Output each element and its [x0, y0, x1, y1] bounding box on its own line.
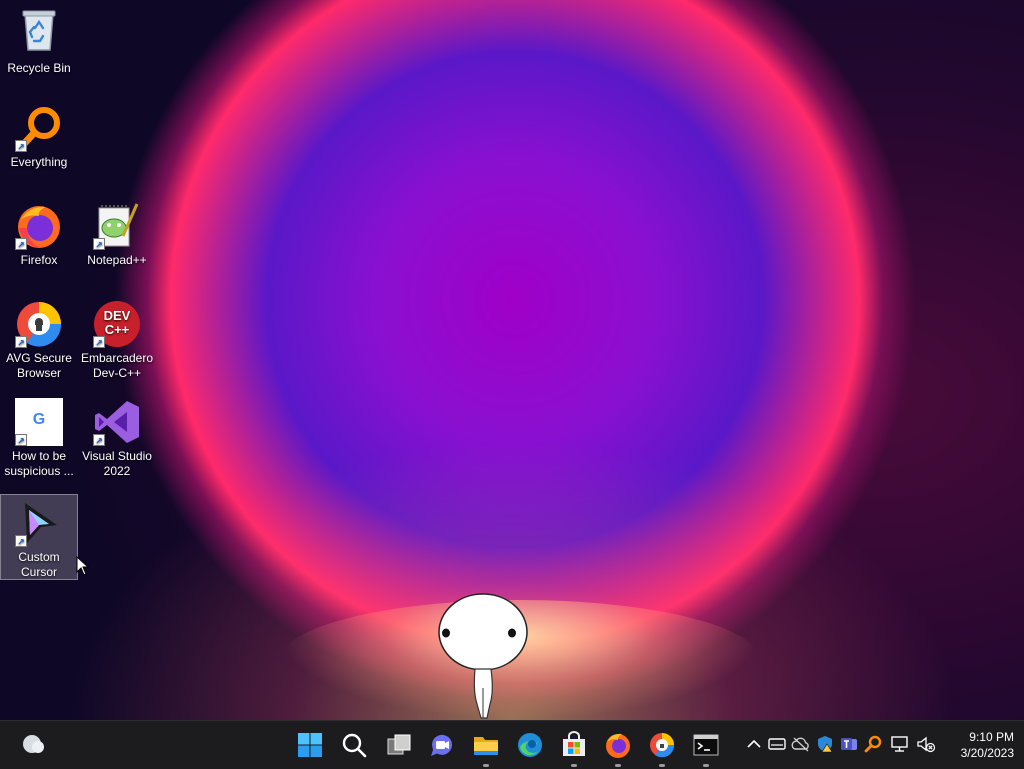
security-warning-icon[interactable] [815, 734, 835, 754]
shortcut-arrow-icon: ↗ [93, 434, 105, 446]
desktop-icon-custom-cursor[interactable]: ↗ Custom Cursor [0, 494, 78, 580]
firefox-icon [606, 733, 630, 758]
terminal-icon [693, 734, 719, 756]
taskbar-task-view-button[interactable] [385, 731, 413, 759]
everything-tray-icon[interactable] [863, 734, 883, 754]
wallpaper-character [438, 593, 528, 719]
onedrive-icon[interactable] [791, 734, 811, 754]
chevron-up-icon[interactable] [744, 734, 764, 754]
running-indicator [615, 764, 621, 767]
taskbar-avg-browser-button[interactable] [648, 731, 676, 767]
shortcut-arrow-icon: ↗ [15, 140, 27, 152]
desktop[interactable]: Recycle Bin ↗ Everything ↗ Firefox ↗ AVG… [0, 0, 1024, 720]
desktop-icon-label: Recycle Bin [7, 61, 71, 75]
taskbar-terminal-button[interactable] [692, 731, 720, 767]
desktop-icon-google-shortcut[interactable]: G ↗ How to be suspicious ... [0, 394, 78, 486]
desktop-icon-label: Everything [10, 155, 68, 169]
google-shortcut-icon: G [32, 411, 46, 428]
shortcut-arrow-icon: ↗ [15, 434, 27, 446]
task-view-icon [387, 734, 411, 755]
taskbar: 9:10 PM 3/20/2023 [0, 720, 1024, 769]
desktop-icon-label: AVG Secure Browser [6, 351, 72, 380]
volume-muted-icon[interactable] [916, 734, 936, 754]
taskbar-search-button[interactable] [340, 731, 368, 759]
desktop-icon-label: Firefox [20, 253, 58, 267]
edge-icon [518, 733, 542, 757]
desktop-icon-recycle-bin[interactable]: Recycle Bin [0, 2, 78, 86]
teams-chat-icon [431, 734, 452, 756]
desktop-icon-avg-secure-browser[interactable]: ↗ AVG Secure Browser [0, 296, 78, 388]
taskbar-firefox-button[interactable] [604, 731, 632, 767]
shortcut-arrow-icon: ↗ [93, 336, 105, 348]
desktop-icon-label: How to be suspicious ... [4, 449, 74, 478]
recycle-bin-icon [22, 10, 56, 51]
desktop-icon-visual-studio[interactable]: ↗ Visual Studio 2022 [78, 394, 156, 486]
avg-secure-browser-icon [650, 733, 675, 758]
weather-widget-icon[interactable] [18, 729, 48, 759]
desktop-icon-notepad-plus-plus[interactable]: ↗ Notepad++ [78, 198, 156, 282]
running-indicator [703, 764, 709, 767]
desktop-icon-label: Embarcadero Dev-C++ [80, 351, 154, 380]
taskbar-file-explorer-button[interactable] [472, 731, 500, 767]
taskbar-chat-button[interactable] [428, 731, 456, 759]
running-indicator [571, 764, 577, 767]
desktop-icon-firefox[interactable]: ↗ Firefox [0, 198, 78, 282]
file-explorer-icon [474, 737, 498, 755]
store-icon [563, 731, 585, 756]
shortcut-arrow-icon: ↗ [15, 535, 27, 547]
taskbar-store-button[interactable] [560, 731, 588, 767]
windows-start-icon [298, 733, 322, 757]
taskbar-clock[interactable]: 9:10 PM 3/20/2023 [944, 729, 1014, 761]
running-indicator [659, 764, 665, 767]
desktop-icon-dev-cpp[interactable]: DEV C++ ↗ Embarcadero Dev-C++ [78, 296, 156, 388]
desktop-icon-label: Custom Cursor [18, 550, 60, 579]
shortcut-arrow-icon: ↗ [15, 336, 27, 348]
running-indicator [483, 764, 489, 767]
search-icon [342, 733, 367, 758]
desktop-icon-label: Visual Studio 2022 [82, 449, 152, 478]
desktop-icon-label: Notepad++ [87, 253, 147, 267]
mouse-pointer-icon [76, 556, 90, 576]
desktop-icon-everything[interactable]: ↗ Everything [0, 100, 78, 184]
shortcut-arrow-icon: ↗ [93, 238, 105, 250]
clock-time: 9:10 PM [969, 730, 1014, 744]
taskbar-edge-button[interactable] [516, 731, 544, 759]
network-icon[interactable] [890, 734, 910, 754]
drive-icon[interactable] [767, 734, 787, 754]
taskbar-start-button[interactable] [296, 731, 324, 759]
dev-cpp-logo-text: DEV C++ [103, 308, 131, 337]
clock-date: 3/20/2023 [960, 746, 1014, 760]
teams-icon[interactable] [839, 734, 859, 754]
shortcut-arrow-icon: ↗ [15, 238, 27, 250]
